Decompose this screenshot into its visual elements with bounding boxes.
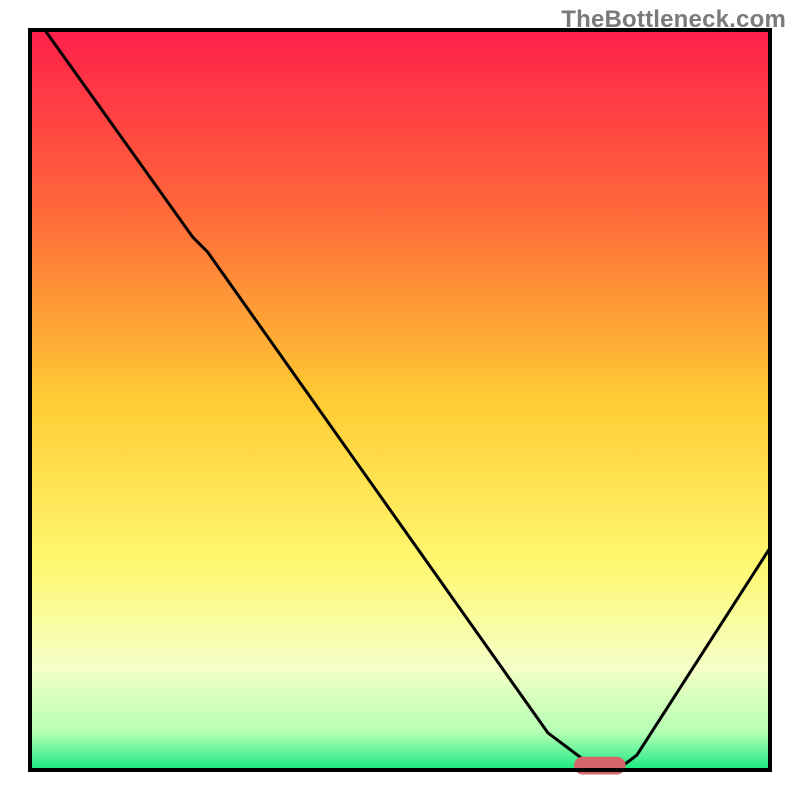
plot-area [30,30,770,775]
plot-background [30,30,770,770]
watermark-text: TheBottleneck.com [561,6,786,34]
chart-container: TheBottleneck.com [0,0,800,800]
chart-svg [0,0,800,800]
